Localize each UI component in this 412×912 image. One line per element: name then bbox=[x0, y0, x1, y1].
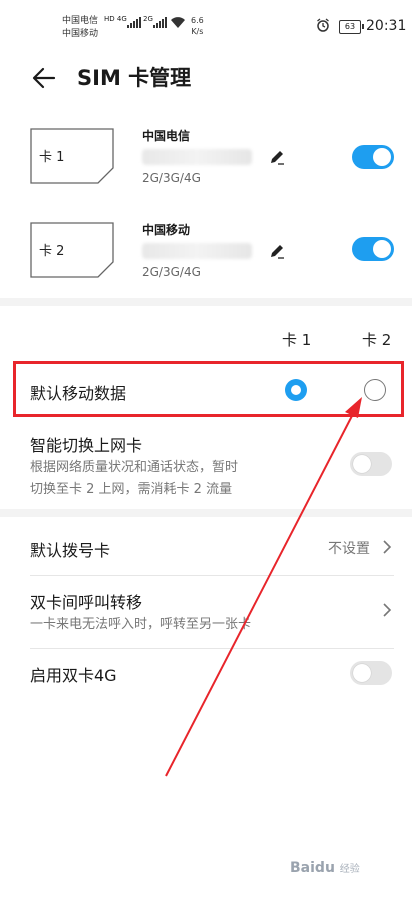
sim-carrier: 中国移动 bbox=[142, 223, 191, 237]
chevron-right-icon[interactable] bbox=[382, 602, 392, 618]
call-forward-title[interactable]: 双卡间呼叫转移 bbox=[30, 589, 142, 613]
section-divider bbox=[0, 509, 412, 517]
column-header-card2: 卡 2 bbox=[362, 331, 392, 349]
phone-number-redacted bbox=[142, 243, 252, 259]
column-header-card1: 卡 1 bbox=[282, 331, 312, 349]
row-divider bbox=[30, 575, 394, 576]
carrier2-label: 中国移动 bbox=[62, 29, 99, 39]
watermark-brand: Baidu bbox=[290, 860, 335, 876]
default-dial-value[interactable]: 不设置 bbox=[328, 538, 370, 558]
sim-carrier: 中国电信 bbox=[142, 129, 191, 143]
section-divider bbox=[0, 298, 412, 306]
baidu-watermark: Baidu 经验 bbox=[290, 860, 360, 876]
alarm-icon bbox=[316, 18, 330, 36]
status-time: 20:31 bbox=[366, 18, 407, 34]
edit-pencil-icon[interactable] bbox=[268, 148, 286, 166]
phone-number-redacted bbox=[142, 149, 252, 165]
speed-value: 6.6 bbox=[191, 16, 204, 25]
speed-unit: K/s bbox=[191, 27, 204, 36]
sim1-enable-toggle[interactable] bbox=[352, 145, 394, 169]
carrier-names: 中国电信 中国移动 bbox=[62, 15, 98, 41]
sim-card-icon: 卡 2 bbox=[30, 222, 114, 278]
back-arrow-icon[interactable] bbox=[30, 64, 58, 92]
carrier1-label: 中国电信 bbox=[62, 16, 99, 26]
sim-card-label: 卡 2 bbox=[39, 244, 65, 259]
smart-switch-desc-line2: 切换至卡 2 上网，需消耗卡 2 流量 bbox=[30, 482, 233, 497]
battery-icon: 63 bbox=[339, 20, 364, 34]
row-divider bbox=[30, 648, 394, 649]
sim2-enable-toggle[interactable] bbox=[352, 237, 394, 261]
net-badge-1: HD 4G bbox=[104, 15, 127, 23]
sim-row-1: 卡 1 中国电信 2G/3G/4G bbox=[0, 116, 412, 200]
sim-row-2: 卡 2 中国移动 2G/3G/4G bbox=[0, 210, 412, 294]
call-forward-desc: 一卡来电无法呼入时，呼转至另一张卡 bbox=[30, 617, 252, 632]
smart-switch-toggle[interactable] bbox=[350, 452, 392, 476]
sim-network-types: 2G/3G/4G bbox=[142, 265, 201, 279]
signal-2-icon bbox=[153, 17, 167, 28]
dual-4g-title: 启用双卡4G bbox=[30, 666, 117, 685]
net-badge-2: 2G bbox=[143, 15, 153, 23]
watermark-suffix: 经验 bbox=[339, 864, 360, 875]
dual-4g-toggle[interactable] bbox=[350, 661, 392, 685]
status-bar: 中国电信 中国移动 HD 4G 2G 6.6 K/s 63 20:31 bbox=[0, 0, 412, 46]
wifi-icon bbox=[170, 15, 186, 33]
page-title: SIM 卡管理 bbox=[77, 66, 192, 90]
signal-1-icon bbox=[127, 17, 141, 28]
network-speed: 6.6 K/s bbox=[191, 15, 204, 37]
sim-card-icon: 卡 1 bbox=[30, 128, 114, 184]
annotation-highlight-box bbox=[13, 361, 404, 417]
sim-network-types: 2G/3G/4G bbox=[142, 171, 201, 185]
edit-pencil-icon[interactable] bbox=[268, 242, 286, 260]
smart-switch-desc-line1: 根据网络质量状况和通话状态，暂时 bbox=[30, 460, 239, 475]
smart-switch-title: 智能切换上网卡 bbox=[30, 436, 143, 455]
default-dial-title[interactable]: 默认拨号卡 bbox=[30, 537, 110, 561]
sim-card-label: 卡 1 bbox=[39, 150, 65, 165]
chevron-right-icon[interactable] bbox=[382, 539, 392, 555]
